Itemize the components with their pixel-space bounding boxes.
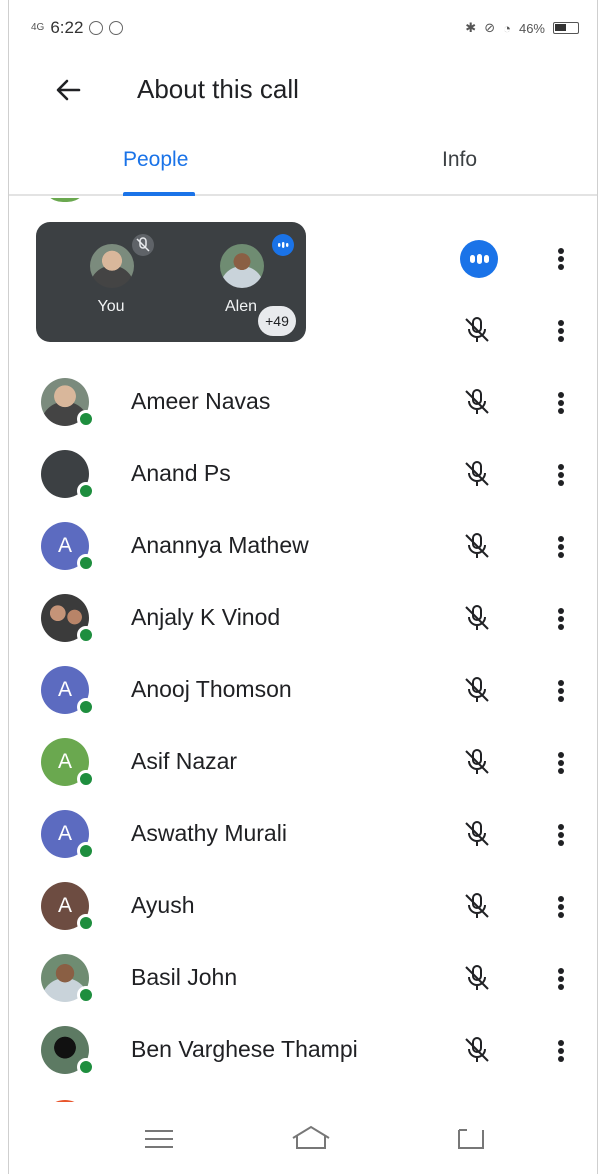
avatar [41,450,97,500]
more-options-icon[interactable] [549,818,573,850]
participant-name: Ameer Navas [131,388,271,414]
more-options-icon[interactable] [549,962,573,994]
tab-bar: People Info [9,130,597,196]
participant-row[interactable]: A Asif Nazar [9,726,597,798]
online-indicator [77,842,95,860]
participant-row[interactable]: Basil John [9,942,597,1014]
more-options-icon[interactable] [549,530,573,562]
participant-row[interactable]: Ameer Navas [9,366,597,438]
online-indicator [77,986,95,1004]
more-options-icon[interactable] [549,386,573,418]
mic-off-icon [465,317,489,342]
notification-icon [89,21,104,35]
participant-name: Ben Varghese Thampi [131,1036,358,1062]
avatar [41,954,97,1004]
mic-off-icon [465,677,489,702]
mic-off-icon [465,1037,489,1062]
battery-percent: 46% [518,20,545,36]
clock: 6:22 [50,18,84,37]
participant-name: Ayush [131,892,195,918]
participant-name: Anooj Thomson [131,676,292,702]
mic-off-icon [465,749,489,774]
participant-row[interactable]: Ben Varghese Thampi [9,1014,597,1086]
online-indicator [77,770,95,788]
mic-off-icon [465,821,489,846]
more-options-icon[interactable] [549,1034,573,1066]
online-indicator [77,482,95,500]
menu-icon[interactable] [137,1122,181,1156]
speaking-indicator-icon [272,234,294,256]
participant-name: Asif Nazar [131,748,238,774]
participant-name: Anannya Mathew [131,532,309,558]
more-options-icon[interactable] [549,458,573,490]
online-indicator [77,914,95,932]
bluetooth-icon: ✱ [465,20,477,35]
page-title: About this call [137,74,299,104]
more-options-icon[interactable] [549,890,573,922]
participant-row[interactable]: Anjaly K Vinod [9,582,597,654]
mic-off-icon [465,461,489,486]
mute-icon: ⊘ [484,20,496,35]
navigation-bar [9,1102,597,1174]
battery-icon [553,22,579,34]
online-indicator [77,1058,95,1076]
avatar [41,198,89,202]
more-participants-badge[interactable]: +49 [258,306,296,336]
participant-name: Basil John [131,964,238,990]
status-left: 4G 6:22 [31,18,124,38]
back-nav-icon[interactable] [449,1122,493,1156]
mic-off-icon [465,533,489,558]
whatsapp-icon [109,21,124,35]
status-right: ✱ ⊘ ◔ 46% [465,20,579,36]
avatar: A [41,738,97,788]
app-frame: 4G 6:22 ✱ ⊘ ◔ 46% About this call People… [8,0,598,1174]
avatar [41,594,97,644]
tile-you-label: You [97,298,125,315]
mic-off-icon [465,965,489,990]
avatar: A [41,666,97,716]
avatar [220,244,264,288]
participant-row[interactable]: Anand Ps [9,438,597,510]
mic-off-icon [465,605,489,630]
app-bar: About this call [9,58,597,122]
avatar [90,244,134,288]
participant-name: Anand Ps [131,460,231,486]
home-icon[interactable] [289,1122,333,1156]
online-indicator [77,554,95,572]
participant-name: Anjaly K Vinod [131,604,281,630]
more-options-icon[interactable] [549,674,573,706]
online-indicator [77,410,95,428]
more-options-icon[interactable] [549,242,573,274]
online-indicator [77,626,95,644]
participant-name: Aswathy Murali [131,820,287,846]
tab-info[interactable]: Info [442,148,477,172]
mic-off-icon [465,389,489,414]
avatar [41,378,97,428]
tab-indicator [123,192,195,196]
tab-people[interactable]: People [123,148,188,172]
status-bar: 4G 6:22 ✱ ⊘ ◔ 46% [9,0,597,58]
avatar: A [41,882,97,932]
online-indicator [77,698,95,716]
avatar [41,1026,97,1076]
arrow-left-icon[interactable] [49,70,89,110]
self-view-tile[interactable]: You Alen +49 [36,222,306,342]
avatar: A [41,810,97,860]
more-options-icon[interactable] [549,602,573,634]
more-options-icon[interactable] [549,746,573,778]
speaking-indicator-icon [460,240,498,278]
participant-row[interactable]: A Anannya Mathew [9,510,597,582]
avatar: A [41,522,97,572]
tile-you: You [76,244,146,324]
wifi-icon: ◔ [503,20,511,36]
mic-off-icon [132,234,154,256]
mic-off-icon [465,893,489,918]
network-indicator: 4G [31,22,45,33]
participant-row[interactable]: A Aswathy Murali [9,798,597,870]
participant-row[interactable]: A Ayush [9,870,597,942]
participant-row[interactable]: A Anooj Thomson [9,654,597,726]
more-options-icon[interactable] [549,314,573,346]
